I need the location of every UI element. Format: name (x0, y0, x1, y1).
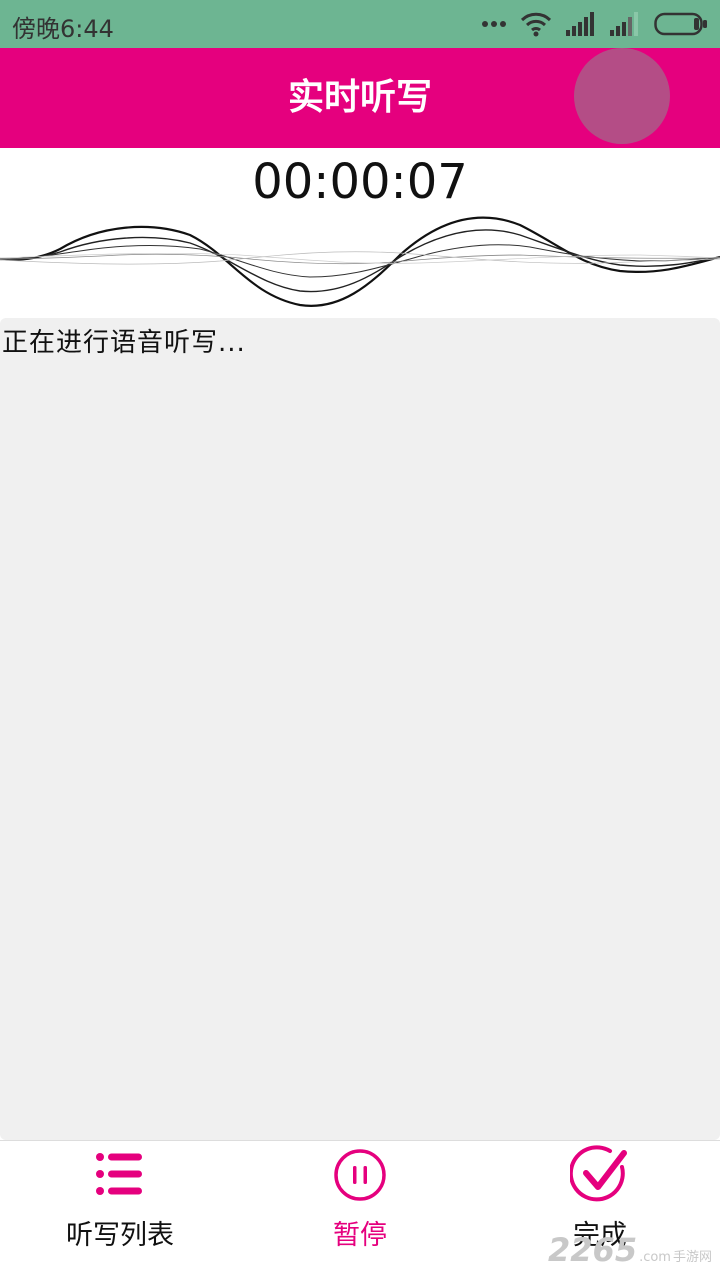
dictation-list-label: 听写列表 (66, 1220, 174, 1251)
more-dots-icon (482, 21, 506, 27)
status-icons (482, 10, 708, 38)
signal-icon (566, 12, 594, 36)
status-time: 傍晚6:44 (12, 15, 114, 43)
pause-label: 暂停 (333, 1220, 387, 1251)
pause-icon (334, 1149, 386, 1201)
list-icon (96, 1153, 142, 1195)
watermark-logo: 2265 .com 手游网 (548, 1231, 712, 1269)
check-circle-icon (570, 1145, 627, 1202)
wifi-icon (520, 12, 552, 37)
status-bar: 傍晚6:44 (0, 0, 720, 48)
signal-icon-2 (610, 12, 638, 36)
waveform-visualization (0, 216, 720, 307)
dictation-list-button[interactable]: 听写列表 (0, 1141, 240, 1280)
watermark-sub: 手游网 (672, 1250, 712, 1265)
watermark-com: .com (639, 1250, 671, 1265)
pause-button[interactable]: 暂停 (240, 1141, 480, 1280)
floating-action-button[interactable] (574, 48, 670, 144)
watermark-main: 2265 (548, 1231, 638, 1269)
transcript-text: 正在进行语音听写... (2, 328, 246, 358)
title-bar: 实时听写 (0, 48, 720, 148)
transcript-panel[interactable]: 正在进行语音听写... (0, 318, 720, 1140)
battery-icon (654, 12, 707, 36)
bottom-nav: 听写列表 暂停 完成 2265 .com 手游网 (0, 1140, 720, 1280)
